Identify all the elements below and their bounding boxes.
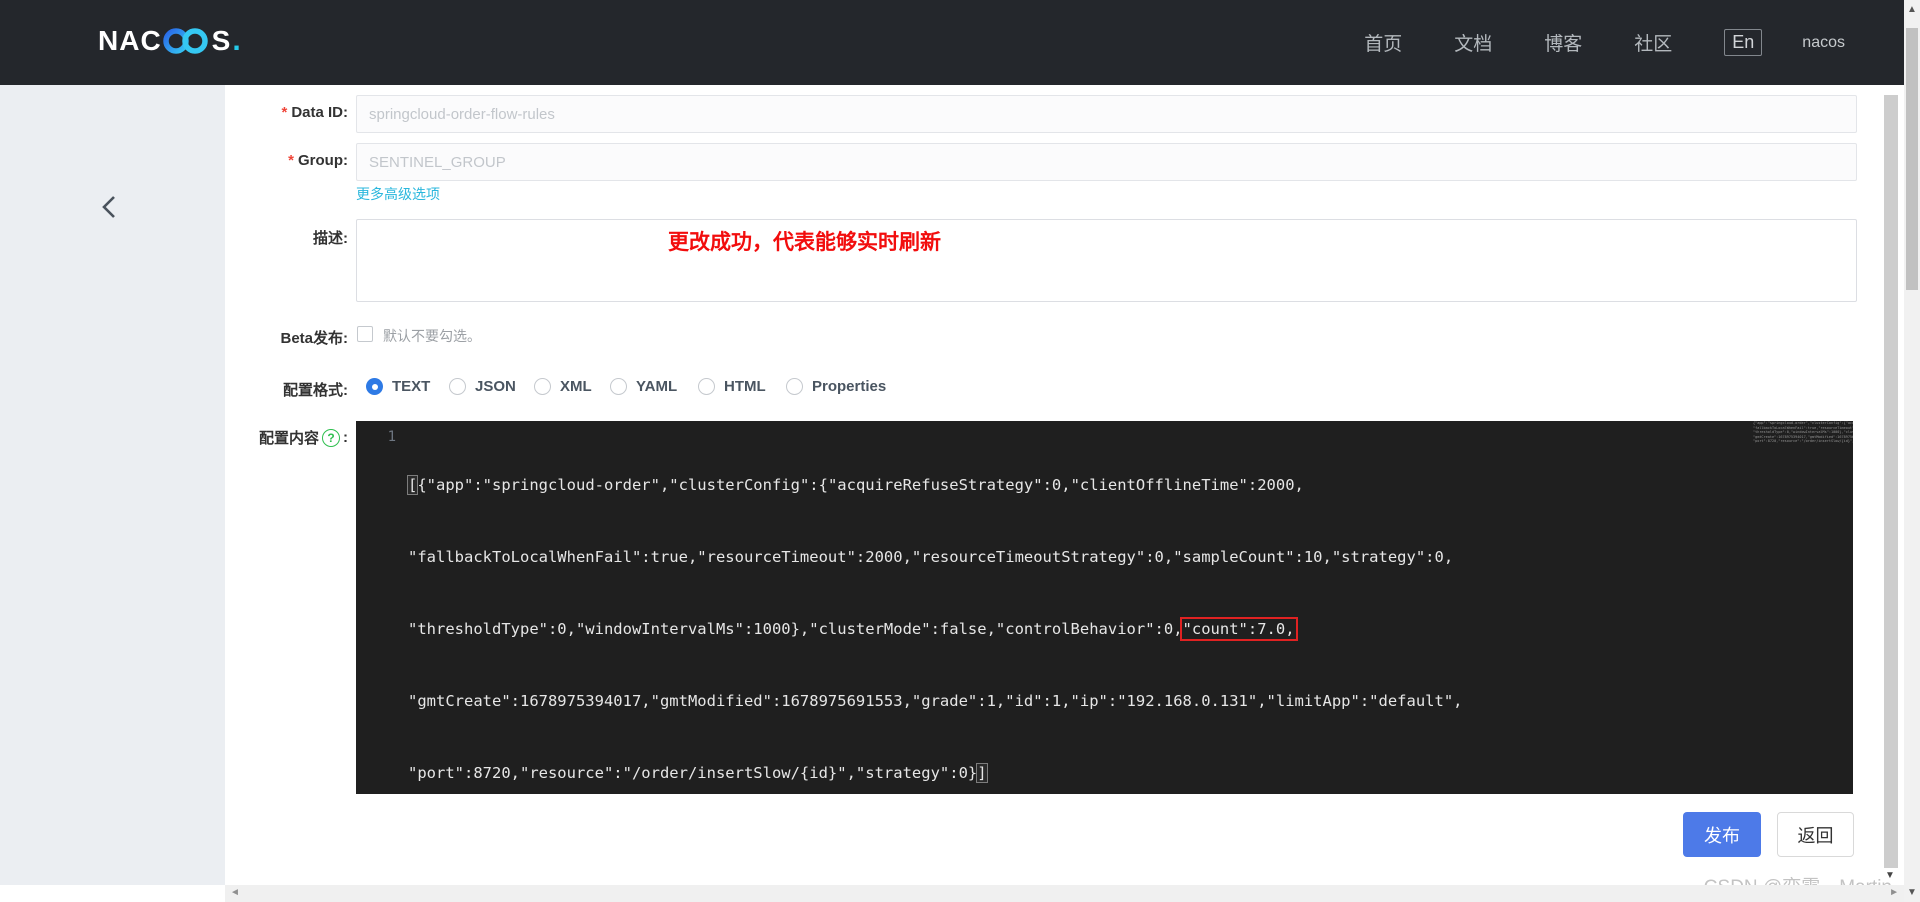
beta-publish-hint: 默认不要勾选。 xyxy=(383,328,481,344)
publish-button[interactable]: 发布 xyxy=(1683,812,1761,857)
radio-html[interactable] xyxy=(698,378,715,395)
radio-yaml[interactable] xyxy=(610,378,627,395)
description-textarea[interactable] xyxy=(356,219,1857,302)
browser-vertical-scrollbar[interactable]: ▲ ▼ xyxy=(1904,0,1920,902)
config-content-label: 配置内容 ? : xyxy=(258,428,348,447)
logo-text-left: NAC xyxy=(98,25,162,56)
bracket-match-open: [ xyxy=(406,475,419,495)
infinity-logo-icon xyxy=(162,28,208,54)
radio-json[interactable] xyxy=(449,378,466,395)
current-user[interactable]: nacos xyxy=(1802,34,1845,52)
nav-link-blog[interactable]: 博客 xyxy=(1544,29,1582,56)
scroll-left-arrow-icon[interactable]: ◄ xyxy=(230,887,240,898)
group-input[interactable] xyxy=(356,143,1857,181)
count-value-highlight-box: "count":7.0, xyxy=(1179,617,1298,641)
radio-json-label[interactable]: JSON xyxy=(475,378,516,395)
radio-xml-label[interactable]: XML xyxy=(560,378,592,395)
language-toggle-button[interactable]: En xyxy=(1724,29,1763,56)
content-vertical-scrollbar-thumb[interactable] xyxy=(1884,95,1898,868)
editor-minimap[interactable]: {"app":"springcloud-order","clusterConfi… xyxy=(1753,421,1853,451)
vertical-scrollbar-thumb[interactable] xyxy=(1906,28,1918,290)
config-content-editor[interactable]: 1 [ {"app":"springcloud-order","clusterCo… xyxy=(356,421,1853,794)
code-line-4: "gmtCreate":1678975394017,"gmtModified":… xyxy=(408,692,1463,710)
more-advanced-options-link[interactable]: 更多高级选项 xyxy=(356,184,440,204)
code-line-1: [{"app":"springcloud-order","clusterConf… xyxy=(406,475,1304,495)
description-label: 描述: xyxy=(313,230,348,247)
content-scrollbar-down-arrow-icon[interactable]: ▼ xyxy=(1885,870,1895,881)
radio-xml[interactable] xyxy=(534,378,551,395)
required-asterisk: * xyxy=(281,104,288,121)
radio-text[interactable] xyxy=(366,378,383,395)
code-line-3: "thresholdType":0,"windowIntervalMs":100… xyxy=(408,617,1298,641)
nav-link-home[interactable]: 首页 xyxy=(1364,29,1402,56)
bracket-match-close: ] xyxy=(976,763,988,783)
top-navbar: NAC S . 首页 文档 博客 社区 En nacos xyxy=(0,0,1920,85)
nav-link-docs[interactable]: 文档 xyxy=(1454,29,1492,56)
code-area[interactable]: [ {"app":"springcloud-order","clusterConf… xyxy=(406,421,1853,794)
logo-dot: . xyxy=(232,24,241,57)
back-button[interactable]: 返回 xyxy=(1777,812,1854,857)
beta-publish-checkbox[interactable] xyxy=(357,326,373,342)
required-asterisk: * xyxy=(288,152,294,169)
data-id-label: * Data ID: xyxy=(281,104,348,121)
radio-text-label[interactable]: TEXT xyxy=(392,378,430,395)
nacos-config-edit-page: NAC S . 首页 文档 博客 社区 En nacos * Data ID: … xyxy=(0,0,1920,902)
code-line-5: "port":8720,"resource":"/order/insertSlo… xyxy=(408,763,988,783)
radio-properties-label[interactable]: Properties xyxy=(812,378,886,395)
red-annotation-text: 更改成功，代表能够实时刷新 xyxy=(668,231,941,254)
left-sidebar-collapsed xyxy=(0,85,225,885)
beta-publish-label: Beta发布: xyxy=(280,330,348,347)
code-line-2: "fallbackToLocalWhenFail":true,"resource… xyxy=(408,548,1454,566)
scroll-up-arrow-icon[interactable]: ▲ xyxy=(1907,4,1917,15)
scroll-down-arrow-icon[interactable]: ▼ xyxy=(1907,887,1917,898)
scroll-right-arrow-icon[interactable]: ► xyxy=(1889,887,1899,898)
nav-links: 首页 文档 博客 社区 En nacos xyxy=(1364,0,1920,85)
horizontal-scrollbar[interactable]: ◄ ► xyxy=(225,885,1904,902)
config-format-label: 配置格式: xyxy=(283,382,348,399)
group-label: * Group: xyxy=(288,152,348,169)
chevron-left-icon xyxy=(102,196,115,218)
radio-properties[interactable] xyxy=(786,378,803,395)
radio-yaml-label[interactable]: YAML xyxy=(636,378,677,395)
radio-html-label[interactable]: HTML xyxy=(724,378,766,395)
nav-link-community[interactable]: 社区 xyxy=(1634,29,1672,56)
data-id-input[interactable] xyxy=(356,95,1857,133)
help-icon[interactable]: ? xyxy=(322,428,340,447)
sidebar-collapse-button[interactable] xyxy=(96,193,124,221)
nacos-logo[interactable]: NAC S . xyxy=(98,24,241,58)
line-number: 1 xyxy=(387,429,396,445)
logo-text-right: S xyxy=(211,25,232,56)
